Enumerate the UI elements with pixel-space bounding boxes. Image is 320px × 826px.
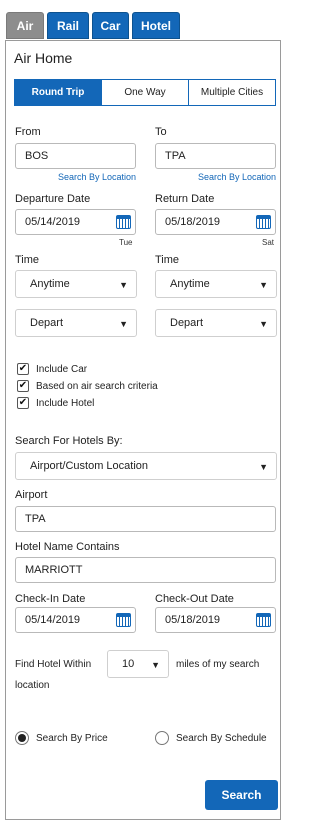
include-hotel-label: Include Hotel [36, 397, 95, 409]
to-field[interactable]: TPA [155, 143, 276, 169]
to-search-by-location-link[interactable]: Search By Location [198, 172, 276, 182]
return-date-value: 05/18/2019 [165, 216, 221, 228]
departure-date-field[interactable]: 05/14/2019 [15, 209, 136, 235]
search-button[interactable]: Search [205, 780, 278, 810]
return-date-label: Return Date [155, 193, 215, 205]
from-label: From [15, 126, 41, 138]
hotel-search-by-select[interactable]: Airport/Custom Location ▼ [15, 452, 277, 480]
return-date-field[interactable]: 05/18/2019 [155, 209, 276, 235]
departure-mode-value: Depart [30, 317, 64, 329]
departure-date-label: Departure Date [15, 193, 91, 205]
checkmark-icon: ✔ [17, 363, 29, 375]
return-time-select[interactable]: Anytime ▼ [155, 270, 277, 298]
check-in-date-field[interactable]: 05/14/2019 [15, 607, 136, 633]
hotel-name-label: Hotel Name Contains [15, 541, 120, 553]
include-hotel-checkbox[interactable]: ✔ Include Hotel [17, 397, 94, 409]
calendar-icon[interactable] [256, 215, 271, 229]
trip-type-selector: Round Trip One Way Multiple Cities [14, 79, 276, 106]
tab-car[interactable]: Car [92, 12, 129, 39]
chevron-down-icon: ▼ [151, 660, 160, 670]
tab-air[interactable]: Air [6, 12, 44, 39]
return-mode-select[interactable]: Depart ▼ [155, 309, 277, 337]
check-out-label: Check-Out Date [155, 593, 234, 605]
hotel-search-by-label: Search For Hotels By: [15, 435, 123, 447]
search-by-schedule-label: Search By Schedule [176, 732, 267, 744]
find-hotel-within-label: Find Hotel Within [15, 659, 92, 670]
check-out-date-field[interactable]: 05/18/2019 [155, 607, 276, 633]
tab-rail[interactable]: Rail [47, 12, 89, 39]
chevron-down-icon: ▼ [119, 319, 128, 329]
check-out-date-value: 05/18/2019 [165, 614, 221, 626]
calendar-icon[interactable] [256, 613, 271, 627]
hotel-name-field[interactable]: MARRIOTT [15, 557, 276, 583]
return-time-value: Anytime [170, 278, 210, 290]
departure-day: Tue [119, 238, 133, 247]
search-by-price-label: Search By Price [36, 732, 108, 744]
trip-type-round-trip[interactable]: Round Trip [15, 80, 102, 105]
from-field[interactable]: BOS [15, 143, 136, 169]
check-in-label: Check-In Date [15, 593, 86, 605]
based-on-air-criteria-label: Based on air search criteria [36, 380, 158, 392]
tab-hotel[interactable]: Hotel [132, 12, 180, 39]
departure-time-label: Time [15, 254, 40, 266]
return-day: Sat [262, 238, 275, 247]
check-in-date-value: 05/14/2019 [25, 614, 81, 626]
chevron-down-icon: ▼ [259, 462, 268, 472]
trip-type-multiple-cities[interactable]: Multiple Cities [189, 80, 275, 105]
from-search-by-location-link[interactable]: Search By Location [58, 172, 136, 182]
airport-label: Airport [15, 489, 48, 501]
radio-unselected-icon [155, 731, 169, 745]
calendar-icon[interactable] [116, 215, 131, 229]
return-time-label: Time [155, 254, 180, 266]
departure-time-select[interactable]: Anytime ▼ [15, 270, 137, 298]
miles-label: miles of my search [176, 659, 260, 670]
include-car-checkbox[interactable]: ✔ Include Car [17, 363, 87, 375]
page-title: Air Home [14, 50, 73, 66]
calendar-icon[interactable] [116, 613, 131, 627]
based-on-air-criteria-checkbox[interactable]: ✔ Based on air search criteria [17, 380, 158, 392]
radio-selected-icon [15, 731, 29, 745]
distance-value: 10 [122, 658, 135, 670]
product-tabs: Air Rail Car Hotel [6, 12, 180, 39]
search-by-schedule-radio[interactable]: Search By Schedule [155, 731, 267, 745]
search-by-price-radio[interactable]: Search By Price [15, 731, 108, 745]
departure-mode-select[interactable]: Depart ▼ [15, 309, 137, 337]
air-search-panel: Air Home Round Trip One Way Multiple Cit… [5, 40, 281, 820]
chevron-down-icon: ▼ [259, 319, 268, 329]
airport-field[interactable]: TPA [15, 506, 276, 532]
checkmark-icon: ✔ [17, 380, 29, 392]
location-label: location [15, 680, 50, 691]
trip-type-one-way[interactable]: One Way [102, 80, 189, 105]
chevron-down-icon: ▼ [259, 280, 268, 290]
include-car-label: Include Car [36, 363, 88, 375]
checkmark-icon: ✔ [17, 397, 29, 409]
return-mode-value: Depart [170, 317, 204, 329]
chevron-down-icon: ▼ [119, 280, 128, 290]
departure-time-value: Anytime [30, 278, 70, 290]
distance-select[interactable]: 10 ▼ [107, 650, 169, 678]
to-label: To [155, 126, 167, 138]
departure-date-value: 05/14/2019 [25, 216, 81, 228]
hotel-search-by-value: Airport/Custom Location [30, 460, 148, 472]
